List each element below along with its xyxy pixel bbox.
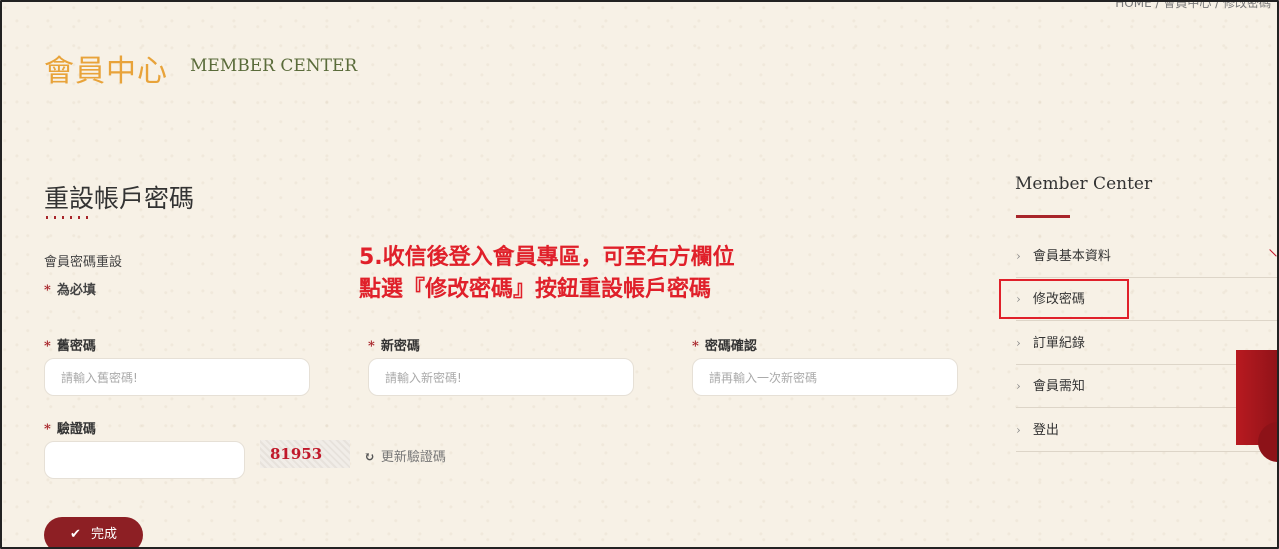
chevron-right-icon: › (1016, 379, 1021, 393)
sidebar-title: Member Center (1015, 174, 1153, 194)
page-header-subtitle: MEMBER CENTER (190, 56, 358, 76)
old-password-label: * 舊密碼 (44, 339, 96, 354)
chevron-right-icon: › (1016, 423, 1021, 437)
chevron-right-icon: › (1016, 336, 1021, 350)
refresh-icon: ↻ (364, 450, 375, 465)
title-divider (46, 216, 90, 219)
check-icon: ✔ (70, 527, 81, 542)
captcha-label: * 驗證碼 (44, 422, 96, 437)
sidebar-item-profile[interactable]: › 會員基本資料 (1016, 235, 1277, 278)
new-password-input[interactable]: 請輸入新密碼! (368, 358, 634, 396)
page-title: 重設帳戶密碼 (44, 184, 195, 213)
required-note: * 為必填 (44, 283, 96, 298)
decor-brush-icon: ⸜ (1268, 236, 1278, 260)
confirm-password-label: * 密碼確認 (692, 339, 757, 354)
page-header-title: 會員中心 (44, 54, 168, 89)
confirm-password-input[interactable]: 請再輸入一次新密碼 (692, 358, 958, 396)
refresh-captcha-link[interactable]: ↻ 更新驗證碼 (364, 446, 446, 465)
submit-button[interactable]: ✔ 完成 (44, 517, 143, 547)
instruction-line-2: 點選『修改密碼』按鈕重設帳戶密碼 (359, 277, 712, 302)
breadcrumb: HOME / 會員中心 / 修改密碼 (1115, 0, 1271, 10)
annotation-highlight-box (999, 279, 1129, 319)
captcha-image: 81953 (260, 440, 350, 468)
sidebar-title-underline (1016, 215, 1070, 218)
captcha-input[interactable] (44, 441, 245, 479)
form-subtitle: 會員密碼重設 (44, 255, 123, 270)
page-frame: HOME / 會員中心 / 修改密碼 會員中心 MEMBER CENTER 重設… (0, 0, 1279, 549)
instruction-annotation: 5.收信後登入會員專區，可至右方欄位 點選『修改密碼』按鈕重設帳戶密碼 (359, 242, 735, 306)
chevron-right-icon: › (1016, 249, 1021, 263)
old-password-input[interactable]: 請輸入舊密碼! (44, 358, 310, 396)
new-password-label: * 新密碼 (368, 339, 420, 354)
instruction-line-1: 5.收信後登入會員專區，可至右方欄位 (359, 245, 735, 270)
